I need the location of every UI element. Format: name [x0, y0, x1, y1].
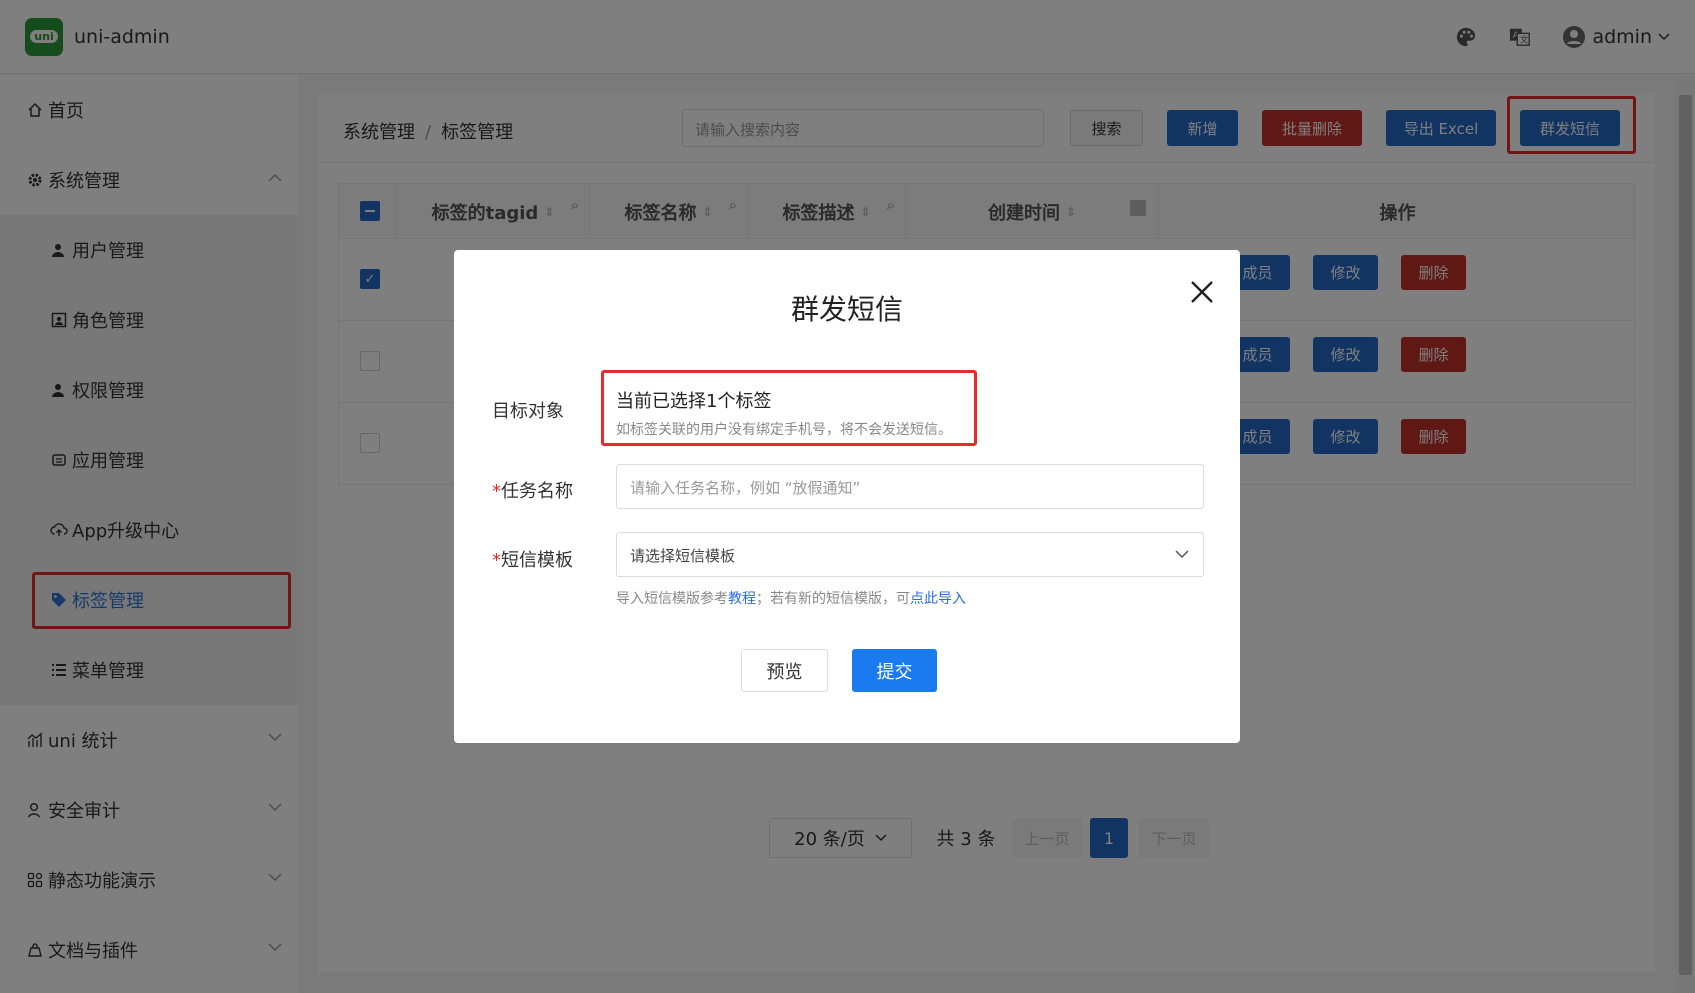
template-label: *短信模板: [492, 546, 573, 572]
target-value: 当前已选择1个标签: [616, 391, 772, 412]
template-select-value: 请选择短信模板: [630, 547, 736, 565]
hint-text: ；若有新的短信模版，可: [756, 591, 910, 607]
template-select[interactable]: 请选择短信模板: [616, 532, 1204, 577]
target-hint: 如标签关联的用户没有绑定手机号，将不会发送短信。: [616, 422, 952, 438]
submit-button[interactable]: 提交: [852, 649, 937, 692]
task-name-input[interactable]: 请输入任务名称，例如 “放假通知”: [616, 464, 1204, 509]
close-icon[interactable]: [1188, 278, 1216, 306]
label-text: 短信模板: [501, 550, 573, 571]
template-hint: 导入短信模版参考教程；若有新的短信模版，可点此导入: [616, 588, 966, 608]
sms-dialog: 群发短信 目标对象 当前已选择1个标签 如标签关联的用户没有绑定手机号，将不会发…: [454, 250, 1240, 743]
required-mark: *: [492, 550, 501, 571]
hint-text: 导入短信模版参考: [616, 591, 728, 607]
dialog-title: 群发短信: [790, 293, 903, 326]
label-text: 任务名称: [501, 481, 573, 502]
chevron-down-icon: [1175, 550, 1189, 559]
task-name-label: *任务名称: [492, 477, 573, 503]
required-mark: *: [492, 481, 501, 502]
tutorial-link[interactable]: 教程: [728, 591, 756, 607]
import-link[interactable]: 点此导入: [910, 591, 966, 607]
target-label: 目标对象: [492, 401, 564, 422]
preview-button[interactable]: 预览: [741, 649, 828, 692]
